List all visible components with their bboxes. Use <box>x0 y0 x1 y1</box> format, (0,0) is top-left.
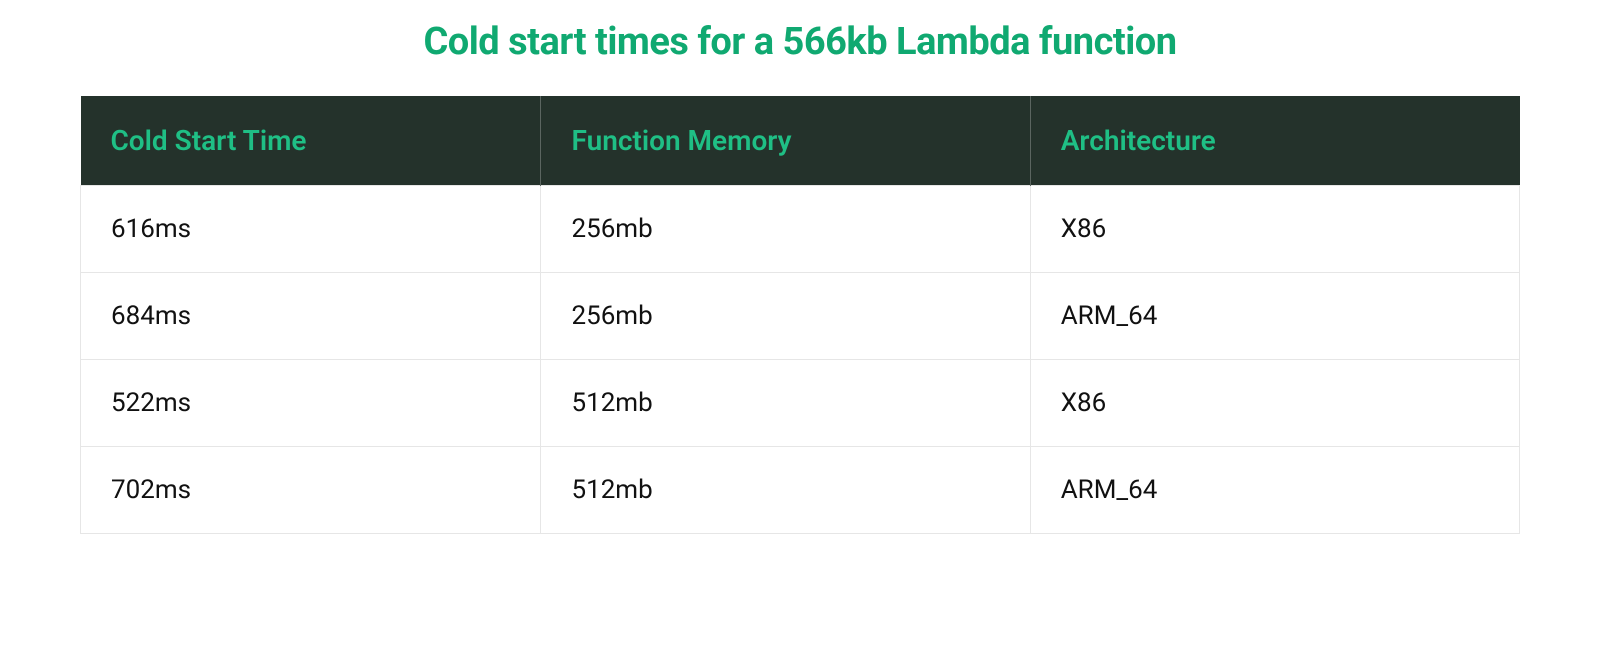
column-header-architecture: Architecture <box>1030 96 1519 186</box>
cell-architecture: X86 <box>1030 186 1519 273</box>
cell-architecture: ARM_64 <box>1030 447 1519 534</box>
cell-function-memory: 256mb <box>541 186 1030 273</box>
cell-function-memory: 512mb <box>541 360 1030 447</box>
cell-cold-start-time: 616ms <box>81 186 541 273</box>
table-row: 522ms 512mb X86 <box>81 360 1520 447</box>
cell-architecture: X86 <box>1030 360 1519 447</box>
table-row: 616ms 256mb X86 <box>81 186 1520 273</box>
table-row: 702ms 512mb ARM_64 <box>81 447 1520 534</box>
cell-architecture: ARM_64 <box>1030 273 1519 360</box>
data-table: Cold Start Time Function Memory Architec… <box>80 96 1520 534</box>
cell-cold-start-time: 522ms <box>81 360 541 447</box>
cell-cold-start-time: 684ms <box>81 273 541 360</box>
cell-function-memory: 256mb <box>541 273 1030 360</box>
column-header-function-memory: Function Memory <box>541 96 1030 186</box>
table-header-row: Cold Start Time Function Memory Architec… <box>81 96 1520 186</box>
cell-function-memory: 512mb <box>541 447 1030 534</box>
page-title: Cold start times for a 566kb Lambda func… <box>80 20 1520 64</box>
cell-cold-start-time: 702ms <box>81 447 541 534</box>
cold-start-table: Cold Start Time Function Memory Architec… <box>80 96 1520 534</box>
column-header-cold-start-time: Cold Start Time <box>81 96 541 186</box>
table-row: 684ms 256mb ARM_64 <box>81 273 1520 360</box>
